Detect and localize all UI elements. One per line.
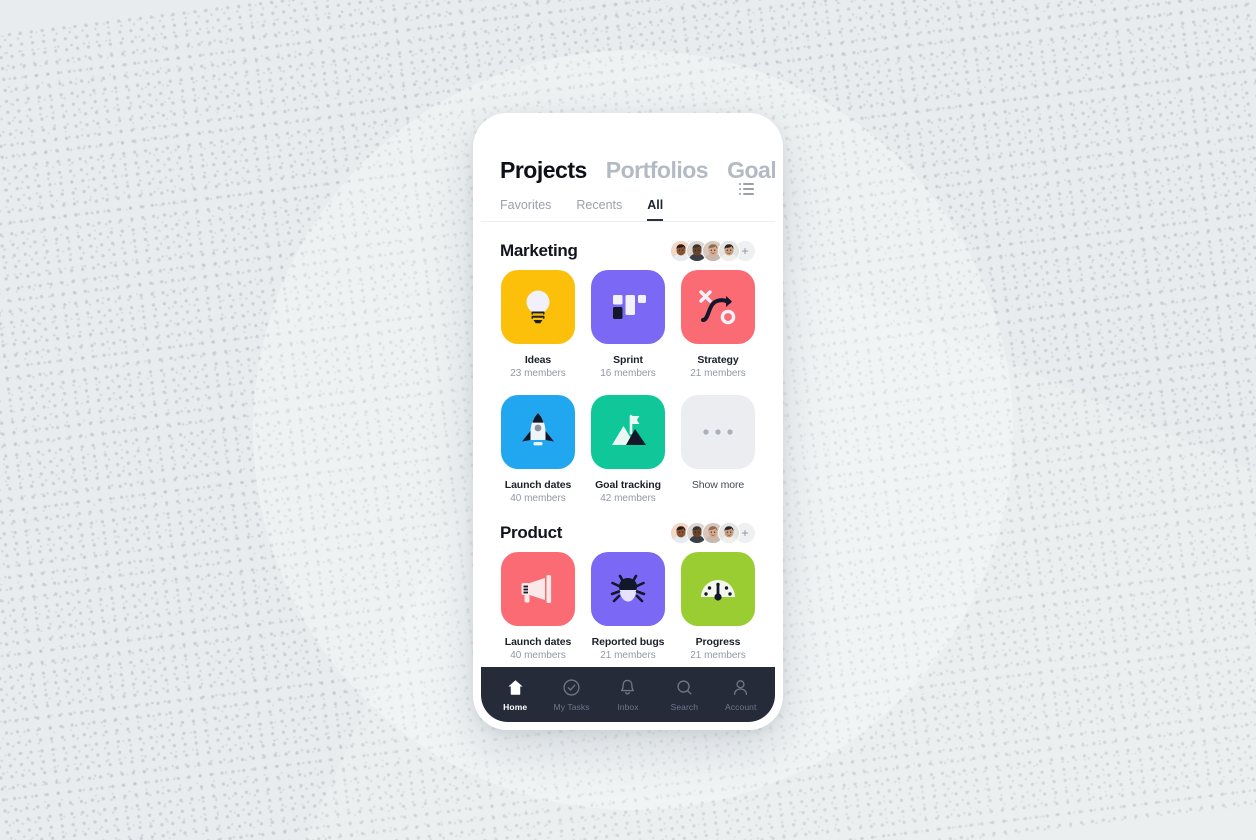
- project-name: Ideas: [524, 354, 552, 366]
- project-tile[interactable]: Ideas 23 members: [500, 270, 576, 379]
- project-list-scroll[interactable]: Marketing + Ideas 23 members Sprint 16 m…: [481, 222, 775, 669]
- section-member-avatars: +: [670, 522, 756, 544]
- avatar[interactable]: [718, 240, 740, 262]
- subtab-favorites[interactable]: Favorites: [500, 198, 551, 221]
- subtab-recents[interactable]: Recents: [576, 198, 622, 221]
- megaphone-icon: [501, 552, 575, 626]
- check-circle-icon: [562, 677, 581, 697]
- avatar[interactable]: [718, 522, 740, 544]
- project-member-count: 21 members: [690, 650, 746, 661]
- person-icon: [731, 677, 750, 697]
- nav-item-home[interactable]: Home: [488, 677, 542, 712]
- nav-item-label: Account: [725, 702, 757, 712]
- bug-icon: [591, 552, 665, 626]
- project-tile[interactable]: Reported bugs 21 members: [590, 552, 666, 661]
- nav-item-search[interactable]: Search: [657, 677, 711, 712]
- nav-item-label: Home: [503, 702, 528, 712]
- project-member-count: 40 members: [510, 493, 566, 504]
- section-header: Marketing +: [500, 222, 756, 270]
- primary-tab-bar: Projects Portfolios Goals: [481, 121, 775, 184]
- nav-item-label: Inbox: [617, 702, 639, 712]
- kanban-board-icon: [591, 270, 665, 344]
- project-grid: Launch dates 40 members Reported bugs 21 m…: [500, 552, 756, 661]
- page-backdrop: Projects Portfolios Goals Favorites Rece…: [0, 0, 1256, 840]
- nav-item-my-tasks[interactable]: My Tasks: [545, 677, 599, 712]
- strategy-icon: [681, 270, 755, 344]
- speedometer-icon: [681, 552, 755, 626]
- phone-mockup: Projects Portfolios Goals Favorites Rece…: [473, 113, 783, 730]
- project-member-count: 40 members: [510, 650, 566, 661]
- list-view-icon[interactable]: [738, 183, 754, 195]
- project-name: Launch dates: [504, 636, 572, 648]
- subtab-all[interactable]: All: [647, 198, 664, 221]
- project-tile[interactable]: Progress 21 members: [680, 552, 756, 661]
- project-name: Reported bugs: [591, 636, 665, 648]
- project-name: Progress: [695, 636, 741, 648]
- project-tile[interactable]: Goal tracking 42 members: [590, 395, 666, 504]
- project-tile[interactable]: Launch dates 40 members: [500, 395, 576, 504]
- home-icon: [506, 677, 525, 697]
- nav-item-label: My Tasks: [553, 702, 590, 712]
- section-member-avatars: +: [670, 240, 756, 262]
- project-tile[interactable]: Show more: [680, 395, 756, 504]
- nav-item-label: Search: [670, 702, 699, 712]
- project-name: Sprint: [613, 354, 643, 366]
- project-name: Strategy: [697, 354, 739, 366]
- project-name: Launch dates: [504, 479, 572, 491]
- project-tile[interactable]: Launch dates 40 members: [500, 552, 576, 661]
- nav-item-inbox[interactable]: Inbox: [601, 677, 655, 712]
- project-member-count: 16 members: [600, 368, 656, 379]
- phone-screen: Projects Portfolios Goals Favorites Rece…: [481, 121, 775, 722]
- ellipsis-icon: [681, 395, 755, 469]
- tab-projects[interactable]: Projects: [500, 157, 587, 184]
- project-member-count: 23 members: [510, 368, 566, 379]
- project-member-count: 42 members: [600, 493, 656, 504]
- section-title: Product: [500, 523, 563, 542]
- project-grid: Ideas 23 members Sprint 16 members Strateg…: [500, 270, 756, 504]
- secondary-tab-bar: Favorites Recents All: [481, 183, 775, 221]
- rocket-icon: [501, 395, 575, 469]
- tab-goals[interactable]: Goals: [727, 157, 775, 184]
- mountain-flag-icon: [591, 395, 665, 469]
- nav-item-account[interactable]: Account: [714, 677, 768, 712]
- project-tile[interactable]: Sprint 16 members: [590, 270, 666, 379]
- section-title: Marketing: [500, 241, 578, 260]
- project-member-count: 21 members: [690, 368, 746, 379]
- project-member-count: 21 members: [600, 650, 656, 661]
- bottom-navigation: Home My Tasks Inbox Search Account: [481, 667, 775, 722]
- project-name: Goal tracking: [595, 479, 661, 491]
- project-name: Show more: [691, 479, 745, 491]
- bell-icon: [618, 677, 637, 697]
- tab-portfolios[interactable]: Portfolios: [606, 157, 709, 184]
- project-tile[interactable]: Strategy 21 members: [680, 270, 756, 379]
- search-icon: [675, 677, 694, 697]
- section-header: Product +: [500, 504, 756, 552]
- lightbulb-icon: [501, 270, 575, 344]
